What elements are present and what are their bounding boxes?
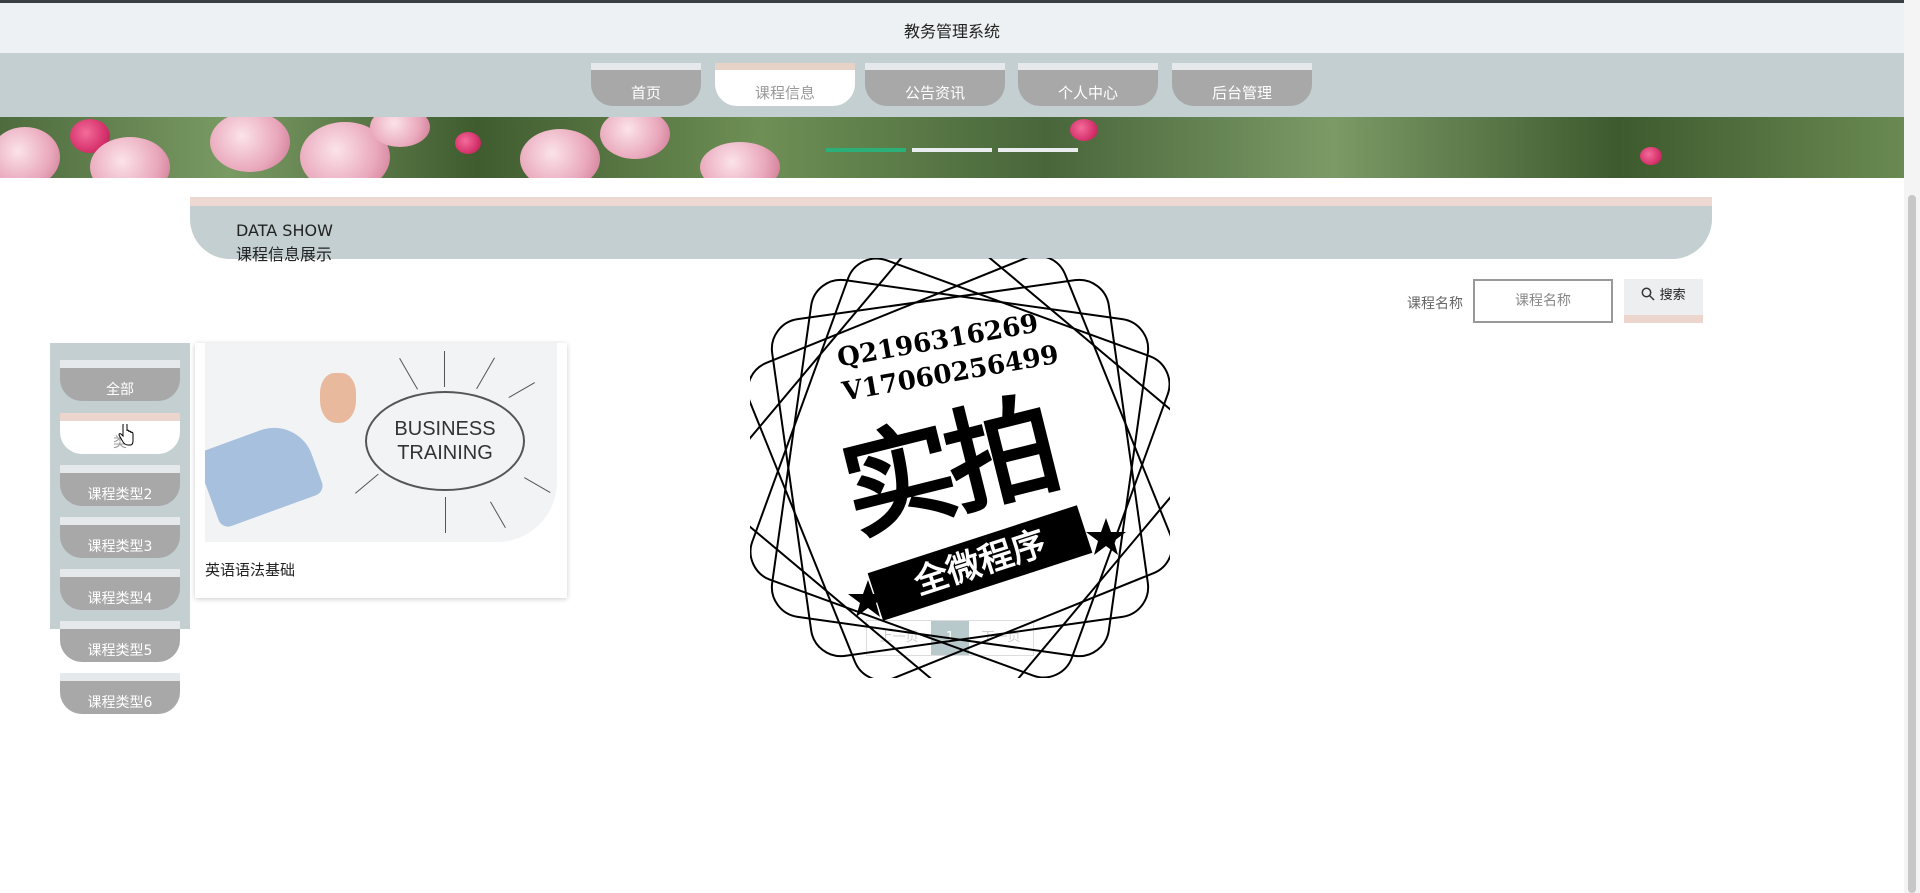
flower-decoration	[455, 132, 481, 154]
stamp-frame	[750, 258, 1170, 678]
slide-indicator-1[interactable]	[826, 148, 906, 152]
search-icon	[1641, 287, 1655, 301]
flower-decoration	[210, 117, 290, 172]
watermark-contact-v: V17060256499	[840, 339, 1062, 408]
category-type-6[interactable]: 课程类型6	[60, 673, 180, 714]
flower-decoration	[520, 129, 600, 178]
slide-indicator-3[interactable]	[998, 148, 1078, 152]
search-button-label: 搜索	[1659, 288, 1686, 303]
site-title: 教务管理系统	[903, 22, 1000, 41]
hand-illustration	[320, 373, 356, 423]
search-label: 课程名称	[1407, 296, 1463, 312]
watermark-contact-q: Q2196316269	[835, 308, 1041, 374]
title-bar: 教务管理系统	[0, 0, 1904, 53]
watermark-ribbon: 全微程序	[867, 505, 1093, 621]
section-header: DATA SHOW 课程信息展示	[190, 197, 1712, 264]
flower-decoration	[700, 142, 780, 178]
prev-page-button[interactable]: 上一页	[867, 621, 931, 655]
page-1-button[interactable]: 1	[931, 621, 969, 655]
next-page-button[interactable]: 下一页	[969, 621, 1033, 655]
hand-cursor-icon	[118, 424, 134, 446]
flower-decoration	[1070, 119, 1098, 141]
watermark-main-text: 实拍	[829, 379, 1067, 558]
category-type-3[interactable]: 课程类型3	[60, 517, 180, 558]
course-image-text-1: BUSINESS	[394, 418, 496, 440]
search-input[interactable]	[1473, 279, 1613, 323]
arm-illustration	[205, 416, 326, 530]
ray-line	[508, 382, 535, 398]
nav-announcements[interactable]: 公告资讯	[865, 63, 1005, 106]
category-type-5[interactable]: 课程类型5	[60, 621, 180, 662]
course-name[interactable]: 英语语法基础	[205, 559, 295, 580]
category-type-2[interactable]: 课程类型2	[60, 465, 180, 506]
section-en-title: DATA SHOW	[236, 221, 333, 240]
business-training-ellipse: BUSINESS TRAINING	[365, 391, 525, 491]
ray-line	[444, 351, 445, 387]
category-type-4[interactable]: 课程类型4	[60, 569, 180, 610]
slide-indicator-2[interactable]	[912, 148, 992, 152]
ray-line	[399, 358, 418, 390]
section-cn-title: 课程信息展示	[236, 245, 333, 264]
main-nav: 首页 课程信息 公告资讯 个人中心 后台管理	[0, 53, 1904, 117]
flower-decoration	[0, 127, 60, 178]
nav-course-info[interactable]: 课程信息	[715, 63, 855, 106]
ray-line	[490, 501, 506, 528]
scrollbar-thumb[interactable]	[1908, 195, 1916, 893]
flower-decoration	[1640, 147, 1662, 165]
category-all[interactable]: 全部	[60, 360, 180, 401]
ray-line	[524, 477, 551, 493]
ray-line	[476, 357, 495, 390]
ray-line	[445, 497, 446, 533]
flower-decoration	[600, 117, 670, 159]
watermark-stamp: Q2196316269 V17060256499 实拍 全微程序	[750, 258, 1170, 678]
ray-line	[355, 473, 379, 494]
course-card[interactable]: BUSINESS TRAINING 英语语法基础	[195, 343, 567, 598]
nav-personal-center[interactable]: 个人中心	[1018, 63, 1158, 106]
course-image-text-2: TRAINING	[397, 442, 493, 464]
banner-carousel[interactable]	[0, 117, 1904, 178]
nav-admin[interactable]: 后台管理	[1172, 63, 1312, 106]
search-button[interactable]: 搜索	[1624, 279, 1703, 323]
nav-home[interactable]: 首页	[591, 63, 701, 106]
course-image[interactable]: BUSINESS TRAINING	[205, 343, 557, 542]
pagination: 上一页 1 下一页	[866, 620, 1034, 656]
